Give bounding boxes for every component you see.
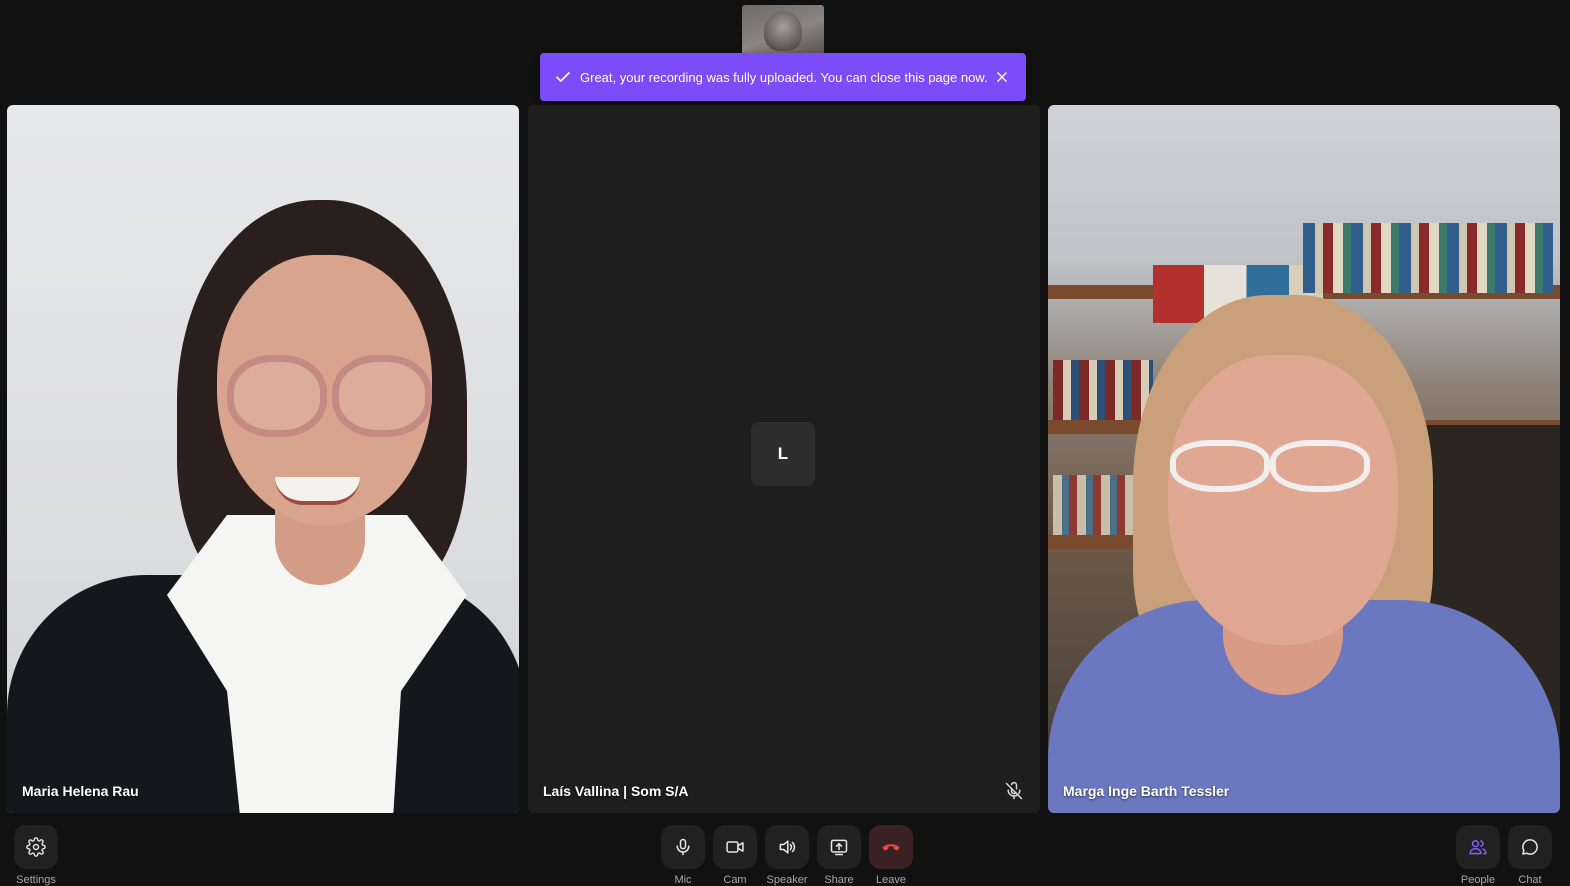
microphone-icon — [676, 838, 690, 856]
chat-label: Chat — [1518, 874, 1542, 886]
toast-message: Great, your recording was fully uploaded… — [580, 69, 988, 85]
cam-label: Cam — [723, 874, 747, 886]
people-button[interactable] — [1456, 825, 1500, 869]
share-button[interactable] — [817, 825, 861, 869]
call-screen: Maria Helena Rau L Laís Vallina | Som S/… — [0, 0, 1570, 886]
mic-off-icon — [1005, 781, 1023, 800]
screen-share-icon — [830, 839, 848, 856]
participant-name: Maria Helena Rau — [22, 783, 139, 799]
video-camera-icon — [726, 841, 744, 853]
people-label: People — [1460, 874, 1496, 886]
participant-tile-3[interactable]: Marga Inge Barth Tessler — [1048, 105, 1560, 813]
toast-close-button[interactable] — [992, 67, 1012, 87]
hang-up-icon — [882, 844, 900, 851]
cam-button[interactable] — [713, 825, 757, 869]
self-video-figure — [764, 11, 802, 51]
participant-video-frame — [1168, 355, 1398, 645]
participant-name: Laís Vallina | Som S/A — [543, 783, 689, 799]
leave-button[interactable] — [869, 825, 913, 869]
leave-label: Leave — [876, 874, 906, 886]
close-icon — [997, 72, 1007, 82]
check-icon — [556, 72, 570, 82]
mic-label: Mic — [674, 874, 692, 886]
settings-button[interactable] — [14, 825, 58, 869]
chat-bubble-icon — [1522, 839, 1538, 855]
speaker-button[interactable] — [765, 825, 809, 869]
recording-uploaded-toast: Great, your recording was fully uploaded… — [540, 53, 1026, 101]
share-label: Share — [824, 874, 854, 886]
speaker-label: Speaker — [766, 874, 808, 886]
people-icon — [1469, 840, 1487, 855]
chat-button[interactable] — [1508, 825, 1552, 869]
speaker-icon — [779, 840, 796, 854]
gear-icon — [26, 837, 46, 857]
avatar: L — [751, 422, 815, 486]
participant-tile-2[interactable]: L Laís Vallina | Som S/A — [528, 105, 1040, 813]
mic-button[interactable] — [661, 825, 705, 869]
settings-label: Settings — [16, 874, 56, 886]
participant-name: Marga Inge Barth Tessler — [1063, 783, 1230, 799]
participant-tile-1[interactable]: Maria Helena Rau — [7, 105, 519, 813]
